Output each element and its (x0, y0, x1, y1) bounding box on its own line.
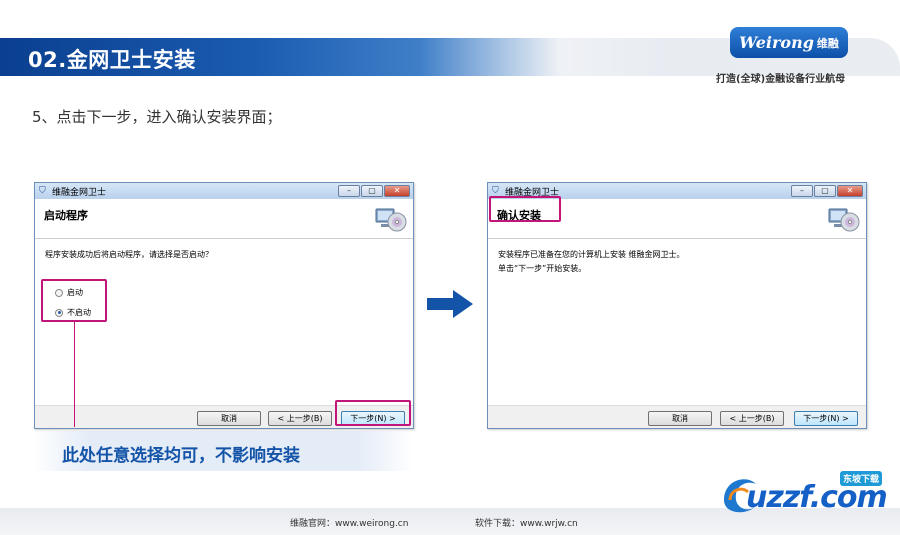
instruction-text: 5、点击下一步，进入确认安装界面； (32, 108, 282, 126)
logo-cn: 维融 (816, 36, 839, 50)
page-title: 02.金网卫士安装 (28, 48, 196, 72)
window-title: 维融金网卫士 (52, 187, 107, 198)
minimize-icon[interactable]: – (338, 185, 360, 197)
maximize-icon[interactable]: ▢ (361, 185, 383, 197)
tagline: 打造(全球)金融设备行业航母 (716, 74, 846, 85)
window-heading: 启动程序 (44, 209, 88, 222)
next-button[interactable]: 下一步(N) > (794, 411, 858, 426)
callout-connector (74, 322, 75, 427)
app-icon: ⛉ (492, 186, 499, 196)
close-icon[interactable]: ✕ (384, 185, 410, 197)
back-button[interactable]: < 上一步(B) (720, 411, 784, 426)
confirm-line-1: 安装程序已准备在您的计算机上安装 维融金网卫士。 (498, 250, 685, 259)
callout-text: 此处任意选择均可，不影响安装 (62, 446, 300, 466)
cancel-button[interactable]: 取消 (648, 411, 712, 426)
cancel-button[interactable]: 取消 (197, 411, 261, 426)
setup-disc-icon (375, 208, 407, 232)
window-body: 安装程序已准备在您的计算机上安装 维融金网卫士。 单击“下一步”开始安装。 (488, 239, 866, 405)
arrow-right-icon (427, 290, 473, 318)
launch-message: 程序安装成功后将启动程序，请选择是否启动？ (45, 250, 213, 259)
close-icon[interactable]: ✕ (837, 185, 863, 197)
setup-disc-icon (828, 208, 860, 232)
window-header: 启动程序 (35, 199, 413, 239)
window-body: 程序安装成功后将启动程序，请选择是否启动？ 启动 不启动 (35, 239, 413, 405)
radio-highlight-box (41, 279, 107, 322)
minimize-icon[interactable]: – (791, 185, 813, 197)
window-footer: 取消 < 上一步(B) 下一步(N) > (488, 405, 866, 429)
back-button[interactable]: < 上一步(B) (268, 411, 332, 426)
logo-text: Weirong (739, 33, 814, 52)
confirm-line-2: 单击“下一步”开始安装。 (498, 264, 587, 273)
footer-site-right: 软件下载：www.wrjw.cn (475, 519, 578, 529)
footer-site-left: 维融官网：www.weirong.cn (290, 519, 409, 529)
weirong-logo: Weirong 维融 (730, 27, 848, 58)
next-highlight-box (335, 400, 411, 426)
uzzf-badge: 东坡下载 (840, 471, 883, 486)
app-icon: ⛉ (39, 186, 46, 196)
maximize-icon[interactable]: ▢ (814, 185, 836, 197)
window-titlebar: ⛉ 维融金网卫士 – ▢ ✕ (35, 183, 413, 199)
heading-highlight-box (489, 196, 561, 222)
